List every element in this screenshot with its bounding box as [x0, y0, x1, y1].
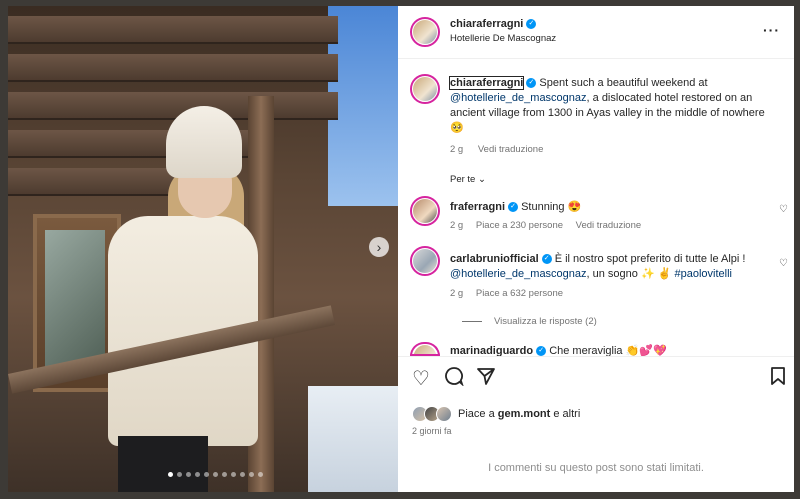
caption-author[interactable]: chiaraferragni [448, 76, 525, 90]
person-legs [118, 436, 208, 492]
post-date: 2 giorni fa [412, 426, 452, 436]
carousel-dot [240, 472, 245, 477]
divider [398, 356, 794, 357]
carousel-dot [195, 472, 200, 477]
likes-text: Piace a gem.mont e altri [458, 408, 581, 420]
comment-likes[interactable]: Piace a 632 persone [476, 288, 563, 299]
heart-icon[interactable]: ♡ [412, 366, 430, 391]
chevron-down-icon: ⌄ [478, 174, 486, 185]
bookmark-icon[interactable] [770, 366, 786, 392]
comments-limited-notice: I commenti su questo post sono stati lim… [488, 462, 704, 474]
post-actions: ♡ [398, 366, 794, 396]
log-beam [8, 168, 188, 196]
comment-text: , un sogno ✨ ✌️ [586, 268, 675, 280]
comment-mention[interactable]: @hotellerie_de_mascognaz [450, 268, 587, 280]
avatar[interactable] [410, 74, 440, 104]
avatar[interactable] [410, 17, 440, 47]
view-replies-button[interactable]: Visualizza le risposte (2) [462, 316, 597, 327]
carousel-dot [168, 472, 173, 477]
caption: chiaraferragni ✓ Spent such a beautiful w… [448, 76, 780, 136]
verified-icon: ✓ [541, 254, 552, 265]
chevron-right-icon[interactable]: › [369, 237, 389, 257]
carousel-dot [231, 472, 236, 477]
verified-icon: ✓ [536, 346, 547, 356]
comment-icon[interactable] [444, 366, 464, 392]
log-beam [8, 54, 338, 82]
carousel-dot [249, 472, 254, 477]
comment-text: È il nostro spot preferito di tutte le A… [551, 253, 746, 265]
carousel-dots [168, 472, 263, 477]
post-modal: › chiaraferragni ✓ Hotellerie De Mascogna… [8, 6, 794, 492]
comment-author[interactable]: marinadiguardo [450, 345, 533, 356]
carousel-dot [258, 472, 263, 477]
post-header: chiaraferragni ✓ Hotellerie De Mascognaz … [398, 6, 794, 59]
comment-hashtag[interactable]: #paolovitelli [674, 268, 731, 280]
carousel-dot [186, 472, 191, 477]
carousel-dot [177, 472, 182, 477]
log-beam [8, 92, 338, 120]
for-you-label[interactable]: Per te ⌄ [450, 174, 486, 185]
comment-time: 2 g [450, 288, 464, 299]
caption-text: Spent such a beautiful weekend at [536, 77, 708, 89]
post-photo[interactable]: › [8, 6, 398, 492]
comment-likes[interactable]: Piace a 230 persone [476, 220, 563, 231]
snow [308, 386, 398, 492]
verified-icon: ✓ [526, 19, 537, 30]
sky [328, 6, 398, 206]
comment-text: Che meraviglia 👏💕💖 [549, 345, 667, 356]
carousel-dot [204, 472, 209, 477]
verified-icon: ✓ [526, 78, 537, 89]
translate-link[interactable]: Vedi traduzione [576, 220, 642, 231]
carousel-dot [213, 472, 218, 477]
verified-icon: ✓ [508, 202, 519, 213]
comment: marinadiguardo ✓ Che meraviglia 👏💕💖 [450, 344, 667, 356]
log-beam [8, 16, 338, 44]
comment-author[interactable]: fraferragni [450, 201, 505, 213]
heart-icon[interactable]: ♡ [779, 204, 788, 215]
likes-summary[interactable]: Piace a gem.mont e altri [412, 406, 580, 422]
avatar[interactable] [410, 342, 440, 356]
caption-mention[interactable]: @hotellerie_de_mascognaz [450, 92, 587, 104]
location-link[interactable]: Hotellerie De Mascognaz [450, 33, 556, 44]
comment: carlabrunіofficial ✓ È il nostro spot pre… [450, 252, 770, 282]
author-username[interactable]: chiaraferragni [450, 18, 523, 30]
person-hat [166, 106, 242, 178]
heart-icon[interactable]: ♡ [779, 258, 788, 269]
carousel-dot [222, 472, 227, 477]
comment-time: 2 g [450, 220, 464, 231]
avatar [436, 406, 452, 422]
comment-author[interactable]: carlabrunіofficial [450, 253, 539, 265]
post-side-panel: chiaraferragni ✓ Hotellerie De Mascognaz … [398, 6, 794, 492]
more-horizontal-icon[interactable]: ··· [763, 22, 780, 38]
send-icon[interactable] [476, 366, 496, 392]
translate-link[interactable]: Vedi traduzione [478, 144, 544, 155]
comment-text: Stunning 😍 [521, 201, 582, 213]
avatar[interactable] [410, 196, 440, 226]
avatar[interactable] [410, 246, 440, 276]
comment: fraferragni ✓ Stunning 😍 [450, 200, 581, 213]
caption-time: 2 g [450, 144, 464, 155]
